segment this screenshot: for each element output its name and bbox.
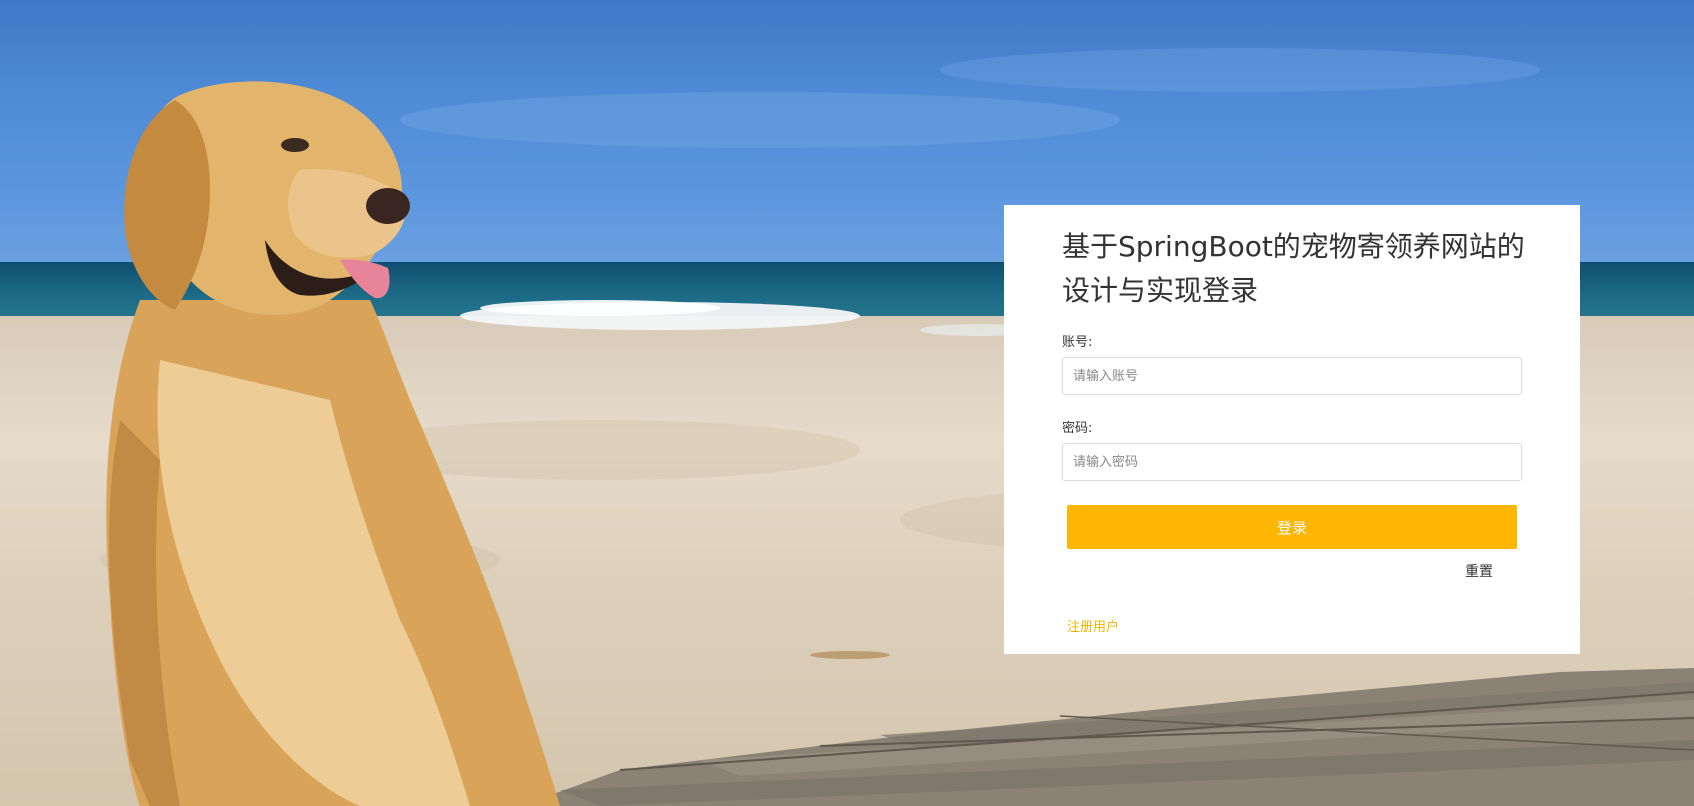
account-input[interactable] [1062,357,1522,395]
password-input[interactable] [1062,443,1522,481]
reset-link[interactable]: 重置 [1465,561,1493,581]
password-label: 密码: [1062,421,1093,436]
account-label: 账号: [1062,335,1093,350]
register-link[interactable]: 注册用户 [1067,616,1119,635]
login-button[interactable]: 登录 [1067,505,1517,549]
page-title: 基于SpringBoot的宠物寄领养网站的设计与实现登录 [1062,230,1525,307]
login-panel: 基于SpringBoot的宠物寄领养网站的设计与实现登录 账号: 密码: 登录 … [1004,205,1580,654]
